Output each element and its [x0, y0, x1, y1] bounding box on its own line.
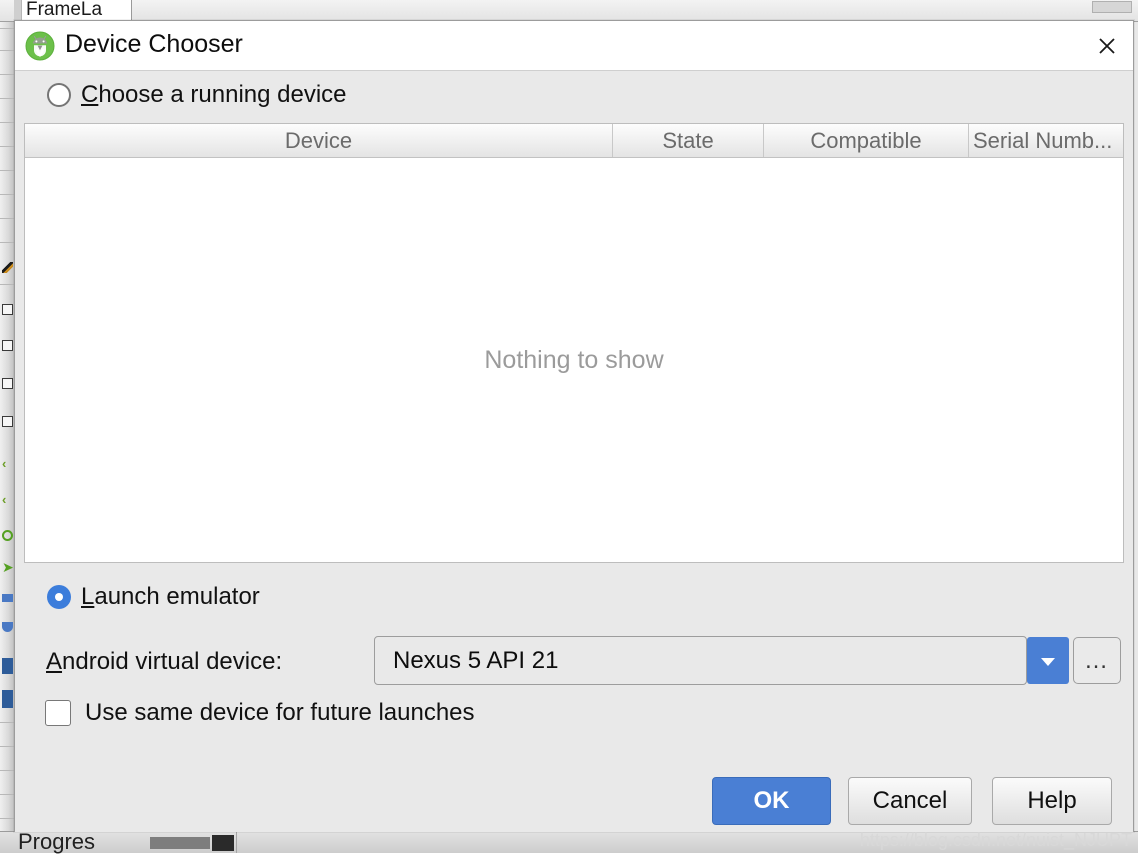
gutter-chevron-icon[interactable]: ‹ [2, 494, 13, 505]
checkbox-use-same-device-label: Use same device for future launches [85, 699, 475, 727]
gutter-highlight-icon[interactable] [2, 658, 13, 674]
mnemonic-char: A [46, 648, 62, 675]
column-header-state[interactable]: State [613, 124, 764, 157]
editor-tab-framelayout[interactable]: FrameLa [22, 0, 132, 22]
radio-indicator-selected[interactable] [47, 585, 71, 609]
gutter-marker-icon[interactable] [2, 262, 13, 273]
mnemonic-char: C [81, 81, 98, 108]
gutter-breakpoint-icon[interactable] [2, 340, 13, 351]
column-header-device[interactable]: Device [25, 124, 613, 157]
status-bar-segment [212, 835, 234, 851]
gutter-chevron-icon[interactable]: ‹ [2, 458, 13, 469]
radio-label-rest: aunch emulator [94, 583, 259, 610]
column-header-serial-number[interactable]: Serial Numb... [969, 124, 1123, 157]
device-chooser-dialog: Device Chooser Choose a running device D… [14, 20, 1134, 832]
gutter-highlight-icon[interactable] [2, 594, 13, 602]
radio-launch-emulator-label: Launch emulator [81, 583, 260, 611]
dialog-body: Choose a running device Device State Com… [15, 71, 1133, 832]
avd-manager-button[interactable]: … [1073, 637, 1121, 684]
gutter-breakpoint-icon[interactable] [2, 304, 13, 315]
gutter-circle-icon[interactable] [2, 530, 13, 541]
avd-label-rest: ndroid virtual device: [62, 648, 282, 675]
radio-indicator-unselected[interactable] [47, 83, 71, 107]
radio-choose-running-device[interactable]: Choose a running device [47, 81, 347, 109]
status-bar-progress-label: Progres [18, 829, 95, 855]
dialog-button-bar: OK Cancel Help [15, 777, 1135, 829]
android-virtual-device-row: Android virtual device: Nexus 5 API 21 … [15, 636, 1135, 690]
mnemonic-char: L [81, 583, 94, 610]
status-bar-divider [236, 831, 237, 853]
chevron-down-icon[interactable] [1027, 637, 1069, 684]
device-table[interactable]: Device State Compatible Serial Numb... N… [24, 123, 1124, 563]
editor-tab-bar: FrameLa [0, 0, 1138, 22]
radio-launch-emulator[interactable]: Launch emulator [47, 583, 260, 611]
tab-bar-left-edge [14, 0, 22, 22]
empty-state-message: Nothing to show [484, 346, 663, 375]
device-table-header: Device State Compatible Serial Numb... [25, 124, 1123, 158]
help-button[interactable]: Help [992, 777, 1112, 825]
radio-choose-running-device-label: Choose a running device [81, 81, 347, 109]
ide-status-bar: Progres [0, 831, 1138, 853]
android-virtual-device-combobox[interactable]: Nexus 5 API 21 [374, 636, 1027, 685]
device-table-empty-state: Nothing to show [25, 158, 1123, 562]
gutter-breakpoint-icon[interactable] [2, 378, 13, 389]
close-icon[interactable] [1089, 29, 1125, 63]
dialog-title-bar: Device Chooser [15, 21, 1133, 71]
gutter-breakpoint-icon[interactable] [2, 416, 13, 427]
window-control-button[interactable] [1092, 1, 1132, 13]
android-virtual-device-value: Nexus 5 API 21 [393, 647, 558, 675]
gutter-highlight-icon[interactable] [2, 690, 13, 708]
radio-label-rest: hoose a running device [98, 81, 346, 108]
gutter-arrow-icon[interactable]: ➤ [2, 562, 13, 573]
dialog-title: Device Chooser [65, 30, 243, 59]
android-virtual-device-label: Android virtual device: [46, 648, 282, 676]
status-bar-segment [150, 837, 210, 849]
cancel-button[interactable]: Cancel [848, 777, 972, 825]
ok-button[interactable]: OK [712, 777, 831, 825]
column-header-compatible[interactable]: Compatible [764, 124, 969, 157]
checkbox-use-same-device[interactable]: Use same device for future launches [45, 699, 475, 727]
android-studio-icon [25, 31, 55, 61]
checkbox-indicator-unchecked[interactable] [45, 700, 71, 726]
gutter-highlight-icon[interactable] [2, 622, 13, 632]
